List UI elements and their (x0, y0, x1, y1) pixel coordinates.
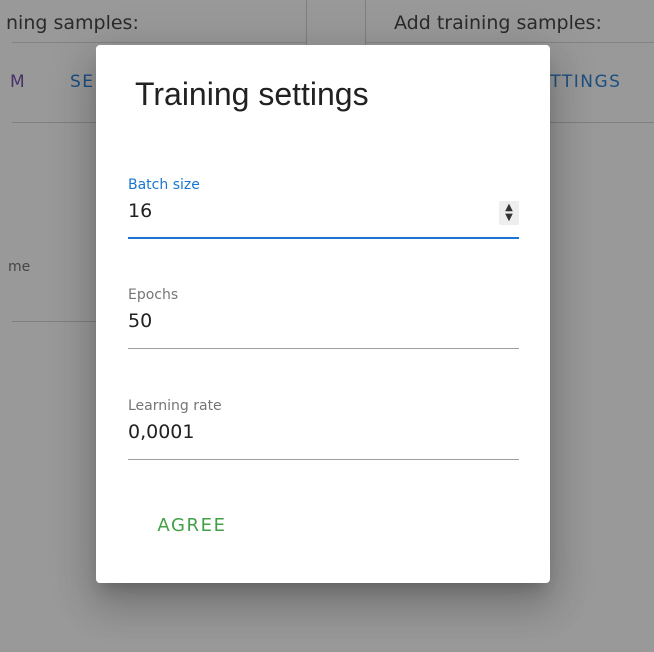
batch-size-field[interactable]: Batch size 16 ▲ ▼ (128, 177, 519, 247)
learning-rate-underline (128, 459, 519, 460)
epochs-input[interactable]: 50 (128, 310, 152, 332)
learning-rate-label: Learning rate (128, 398, 222, 414)
epochs-field[interactable]: Epochs 50 (128, 287, 519, 357)
batch-size-label: Batch size (128, 177, 200, 193)
epochs-label: Epochs (128, 287, 179, 303)
batch-size-underline (128, 237, 519, 239)
epochs-underline (128, 348, 519, 349)
training-settings-dialog: Training settings Batch size 16 ▲ ▼ Epoch… (96, 45, 550, 583)
batch-size-input[interactable]: 16 (128, 200, 152, 222)
learning-rate-field[interactable]: Learning rate 0,0001 (128, 398, 519, 468)
learning-rate-input[interactable]: 0,0001 (128, 421, 194, 443)
agree-button[interactable]: AGREE (140, 507, 244, 543)
dialog-title: Training settings (135, 76, 369, 112)
number-spinner-icon[interactable]: ▲ ▼ (499, 201, 519, 225)
